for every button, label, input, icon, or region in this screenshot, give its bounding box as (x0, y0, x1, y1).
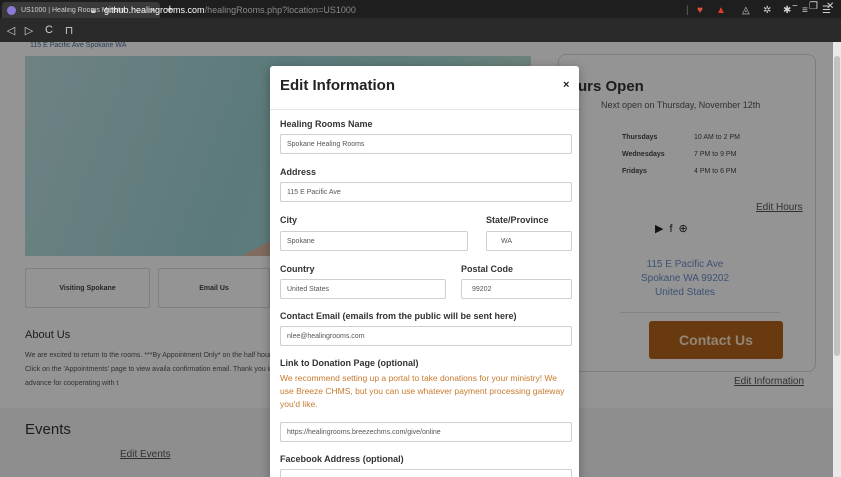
state-label: State/Province (486, 215, 549, 225)
menu-icon[interactable]: ☰ (822, 5, 831, 16)
page-content: 115 E Pacific Ave Spokane WA Visiting Sp… (0, 42, 833, 477)
scrollbar-thumb[interactable] (834, 56, 840, 356)
email-label: Contact Email (emails from the public wi… (280, 311, 517, 321)
minimize-icon[interactable]: − (792, 1, 798, 12)
facebook-label: Facebook Address (optional) (280, 454, 404, 464)
modal-title: Edit Information (280, 77, 395, 94)
lock-icon: 🔒︎ (91, 5, 96, 15)
extension-2-icon[interactable]: ✲ (763, 5, 771, 16)
separator-icon: | (686, 5, 689, 16)
url-host: github.healingrooms.com (104, 5, 205, 15)
donation-label: Link to Donation Page (optional) (280, 358, 419, 368)
address-bar[interactable]: github.healingrooms.com/healingRooms.php… (104, 5, 356, 15)
address-field[interactable]: 115 E Pacific Ave (280, 182, 572, 202)
brave-shield-icon[interactable]: ♥ (697, 5, 703, 16)
name-label: Healing Rooms Name (280, 119, 373, 129)
country-field[interactable]: United States (280, 279, 446, 299)
favicon-icon (7, 5, 16, 15)
playlist-icon[interactable]: ≡ (802, 5, 808, 16)
donation-note: We recommend setting up a portal to take… (280, 373, 565, 409)
forward-icon[interactable]: ▷ (22, 24, 36, 37)
divider (270, 109, 579, 110)
bookmark-icon[interactable]: ⊓ (62, 24, 76, 37)
country-label: Country (280, 264, 315, 274)
back-icon[interactable]: ◁ (4, 24, 18, 37)
reload-icon[interactable]: C (42, 24, 56, 36)
facebook-field[interactable] (280, 469, 572, 477)
edit-information-modal: Edit Information × Healing Rooms Name Sp… (270, 66, 579, 477)
url-path: /healingRooms.php?location=US1000 (204, 5, 356, 15)
page-scrollbar[interactable] (833, 42, 841, 477)
postal-label: Postal Code (461, 264, 514, 274)
extension-icon[interactable]: ◬ (742, 5, 750, 16)
city-field[interactable]: Spokane (280, 231, 468, 251)
name-field[interactable]: Spokane Healing Rooms (280, 134, 572, 154)
city-label: City (280, 215, 298, 225)
maximize-icon[interactable]: ❐ (809, 1, 818, 12)
donation-url-field[interactable]: https://healingrooms.breezechms.com/give… (280, 422, 572, 442)
state-field[interactable]: WA (486, 231, 572, 251)
email-field[interactable]: nlee@healingrooms.com (280, 326, 572, 346)
postal-code-field[interactable]: 99202 (461, 279, 572, 299)
close-icon[interactable]: × (563, 79, 569, 91)
puzzle-icon[interactable]: ✱ (783, 5, 791, 16)
rewards-icon[interactable]: ▲ (716, 5, 726, 16)
navigation-bar: ◁ ▷ C ⊓ (0, 18, 841, 42)
address-label: Address (280, 167, 317, 177)
